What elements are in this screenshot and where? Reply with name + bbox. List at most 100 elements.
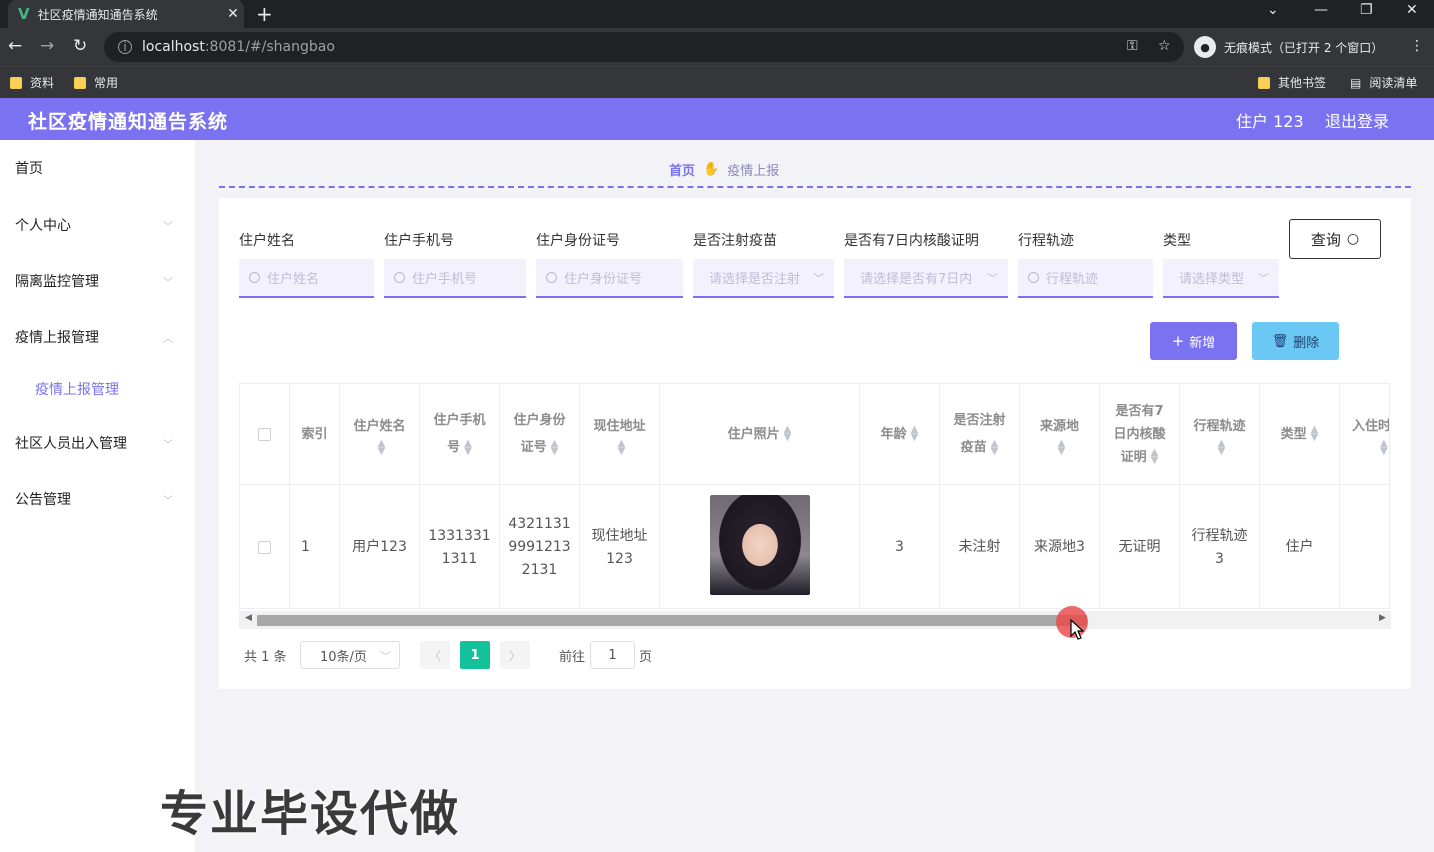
- incognito-indicator[interactable]: ● 无痕模式（已打开 2 个窗口）: [1194, 35, 1383, 59]
- pagination-total: 共 1 条: [244, 650, 287, 665]
- cell-index: 1: [290, 485, 340, 608]
- sidebar-subitem-epidemic-report[interactable]: 疫情上报管理: [35, 379, 119, 399]
- sidebar-item-access[interactable]: 社区人员出入管理: [15, 433, 127, 453]
- sort-icon[interactable]: ▲ ▼: [1151, 448, 1159, 466]
- header-checkin[interactable]: 入住时 ▲ ▼: [1340, 384, 1389, 485]
- header-address[interactable]: 现住地址 ▲ ▼: [580, 384, 660, 485]
- restore-icon[interactable]: ❐: [1360, 2, 1373, 18]
- header-age[interactable]: 年龄 ▲ ▼: [860, 384, 940, 485]
- minimize-icon[interactable]: —: [1314, 2, 1328, 18]
- bookmark-folder[interactable]: 资料: [10, 74, 54, 91]
- browser-menu-icon[interactable]: ⋮: [1410, 38, 1424, 54]
- chevron-down-icon: ﹀: [163, 440, 173, 451]
- reading-list[interactable]: ▤ 阅读清单: [1350, 74, 1417, 91]
- key-icon[interactable]: ⚿: [1127, 38, 1138, 54]
- page-size-select[interactable]: 10条/页 ﹀: [300, 641, 400, 669]
- filter-select-nucleic[interactable]: 请选择是否有7日内 ﹀: [844, 259, 1008, 298]
- tab-search-icon[interactable]: ⌄: [1267, 2, 1279, 18]
- sort-icon[interactable]: ▲ ▼: [378, 438, 386, 456]
- sort-icon[interactable]: ▲ ▼: [911, 425, 919, 443]
- other-bookmarks[interactable]: 其他书签: [1258, 74, 1326, 91]
- sort-icon[interactable]: ▲ ▼: [784, 425, 792, 443]
- checkbox[interactable]: [258, 427, 271, 441]
- page-number-current[interactable]: 1: [460, 641, 490, 669]
- header-index: 索引: [290, 384, 340, 485]
- search-icon: ○: [1346, 231, 1360, 247]
- filter-label-vaccine: 是否注射疫苗: [693, 233, 777, 249]
- back-icon[interactable]: ←: [8, 36, 22, 56]
- add-button[interactable]: + 新增: [1150, 322, 1237, 360]
- filter-input-idcard[interactable]: 住户身份证号: [536, 259, 683, 298]
- scrollbar-thumb[interactable]: [257, 615, 1087, 626]
- prev-page-button[interactable]: 〈: [420, 641, 450, 669]
- new-tab-button[interactable]: +: [256, 2, 273, 26]
- sort-icon[interactable]: ▲ ▼: [1058, 438, 1066, 456]
- forward-icon[interactable]: →: [40, 36, 54, 56]
- checkbox[interactable]: [258, 541, 271, 554]
- reload-icon[interactable]: ↻: [73, 36, 87, 56]
- sort-icon[interactable]: ▲ ▼: [1218, 438, 1226, 456]
- window-close-icon[interactable]: ✕: [1406, 2, 1418, 18]
- chevron-down-icon: ﹀: [813, 272, 824, 285]
- delete-button[interactable]: 🗑 删除: [1252, 322, 1339, 360]
- sidebar-item-personal-center[interactable]: 个人中心: [15, 215, 71, 235]
- sort-icon[interactable]: ▲ ▼: [464, 438, 472, 456]
- header-origin[interactable]: 来源地 ▲ ▼: [1020, 384, 1100, 485]
- header-vaccine[interactable]: 是否注射 疫苗 ▲ ▼: [940, 384, 1020, 485]
- chevron-down-icon: ﹀: [163, 222, 173, 233]
- tab-close-icon[interactable]: ✕: [222, 6, 244, 22]
- cell-phone: 1331331 1311: [420, 485, 500, 608]
- header-type[interactable]: 类型 ▲ ▼: [1260, 384, 1340, 485]
- sidebar-item-home[interactable]: 首页: [15, 158, 43, 178]
- browser-tab[interactable]: V 社区疫情通知通告系统 ✕: [8, 0, 244, 28]
- url-path: :8081/#/shangbao: [204, 39, 335, 55]
- filter-select-vaccine[interactable]: 请选择是否注射 ﹀: [693, 259, 834, 298]
- sidebar-item-isolation[interactable]: 隔离监控管理: [15, 271, 99, 291]
- goto-page-input[interactable]: 1: [590, 641, 635, 669]
- header-name[interactable]: 住户姓名 ▲ ▼: [340, 384, 420, 485]
- table-horizontal-scrollbar[interactable]: ◀ ▶: [239, 611, 1391, 629]
- filter-input-phone[interactable]: 住户手机号: [384, 259, 526, 298]
- bookmarks-bar: 资料 常用 其他书签 ▤ 阅读清单: [0, 66, 1434, 98]
- address-bar[interactable]: i localhost :8081/#/shangbao: [104, 32, 1184, 62]
- filter-label-phone: 住户手机号: [384, 233, 454, 249]
- header-track[interactable]: 行程轨迹 ▲ ▼: [1180, 384, 1260, 485]
- header-idcard[interactable]: 住户身份 证号 ▲ ▼: [500, 384, 580, 485]
- sidebar-item-announcement[interactable]: 公告管理: [15, 489, 71, 509]
- sort-icon[interactable]: ▲ ▼: [1380, 438, 1388, 456]
- filter-label-type: 类型: [1163, 233, 1191, 249]
- bookmark-star-icon[interactable]: ☆: [1158, 38, 1171, 54]
- scroll-right-icon[interactable]: ▶: [1379, 613, 1386, 623]
- cell-address: 现住地址 123: [580, 485, 660, 608]
- chevron-down-icon: ﹀: [987, 272, 998, 285]
- site-info-icon[interactable]: i: [118, 40, 132, 54]
- header-nucleic[interactable]: 是否有7 日内核酸 证明 ▲ ▼: [1100, 384, 1180, 485]
- sort-icon[interactable]: ▲ ▼: [1311, 425, 1319, 443]
- chevron-down-icon: ﹀: [380, 650, 391, 663]
- breadcrumb-current: 疫情上报: [727, 164, 780, 179]
- scroll-left-icon[interactable]: ◀: [245, 613, 252, 623]
- user-name: 住户 123: [1236, 112, 1304, 131]
- next-page-button[interactable]: 〉: [500, 641, 530, 669]
- breadcrumb-home[interactable]: 首页: [669, 160, 695, 179]
- logout-button[interactable]: 退出登录: [1325, 108, 1389, 132]
- cell-idcard: 4321131 9991213 2131: [500, 485, 580, 608]
- filter-input-track[interactable]: 行程轨迹: [1018, 259, 1153, 298]
- incognito-icon: ●: [1194, 36, 1216, 58]
- chevron-down-icon: ﹀: [163, 278, 173, 289]
- sort-icon[interactable]: ▲ ▼: [991, 438, 999, 456]
- row-select[interactable]: [240, 485, 290, 608]
- search-icon: [1028, 272, 1039, 283]
- cell-name: 用户123: [340, 485, 420, 608]
- goto-label: 前往: [559, 650, 586, 665]
- header-select-all[interactable]: [240, 384, 290, 485]
- bookmark-folder[interactable]: 常用: [74, 74, 118, 91]
- sort-icon[interactable]: ▲ ▼: [618, 438, 626, 456]
- header-photo[interactable]: 住户照片 ▲ ▼: [660, 384, 860, 485]
- filter-input-name[interactable]: 住户姓名: [239, 259, 374, 298]
- sidebar-item-epidemic-report[interactable]: 疫情上报管理: [15, 327, 99, 347]
- header-phone[interactable]: 住户手机号 ▲ ▼: [420, 384, 500, 485]
- sort-icon[interactable]: ▲ ▼: [551, 438, 559, 456]
- filter-select-type[interactable]: 请选择类型 ﹀: [1163, 259, 1279, 298]
- query-button[interactable]: 查询 ○: [1289, 219, 1381, 259]
